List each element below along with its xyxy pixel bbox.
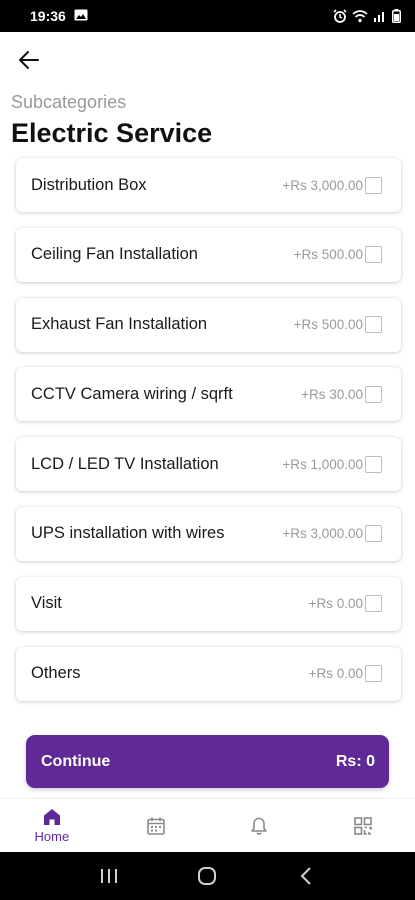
- system-navigation-bar: [0, 852, 415, 900]
- subcategory-list: Distribution Box +Rs 3,000.00 Ceiling Fa…: [16, 158, 401, 716]
- subcategory-price: +Rs 0.00: [308, 596, 363, 612]
- recent-apps-button[interactable]: [89, 856, 129, 896]
- calendar-icon: [146, 817, 165, 835]
- subcategory-label: UPS installation with wires: [31, 524, 225, 543]
- recent-apps-icon: [101, 869, 118, 883]
- status-time: 19:36: [30, 8, 66, 24]
- subcategory-checkbox[interactable]: [365, 455, 382, 473]
- subcategory-label: Ceiling Fan Installation: [31, 245, 198, 264]
- subcategory-card-cctv-wiring[interactable]: CCTV Camera wiring / sqrft +Rs 30.00: [16, 367, 401, 422]
- subcategory-card-ups-installation[interactable]: UPS installation with wires +Rs 3,000.00: [16, 506, 401, 561]
- subcategory-checkbox[interactable]: [365, 176, 382, 194]
- wifi-icon: [352, 9, 368, 23]
- subcategory-price: +Rs 3,000.00: [282, 526, 363, 542]
- subcategory-card-visit[interactable]: Visit +Rs 0.00: [16, 576, 401, 631]
- subcategory-checkbox[interactable]: [365, 665, 382, 683]
- alarm-icon: [333, 9, 347, 23]
- subcategory-checkbox[interactable]: [365, 595, 382, 613]
- chevron-left-icon: [300, 867, 311, 885]
- subcategory-price: +Rs 500.00: [293, 317, 363, 333]
- order-total: Rs: 0: [335, 752, 375, 770]
- system-home-button[interactable]: [187, 856, 227, 896]
- nav-more[interactable]: [311, 799, 415, 852]
- subcategory-price: +Rs 30.00: [301, 386, 363, 402]
- subcategory-checkbox[interactable]: [365, 316, 382, 334]
- circle-home-icon: [198, 867, 217, 885]
- nav-home-label: Home: [34, 829, 70, 844]
- back-button[interactable]: [14, 46, 44, 74]
- nav-home[interactable]: Home: [0, 799, 104, 852]
- signal-icon: [373, 10, 387, 22]
- home-icon: [43, 809, 60, 825]
- page-title: Electric Service: [11, 118, 213, 148]
- subcategory-label: Exhaust Fan Installation: [31, 315, 208, 334]
- gallery-notification-icon: [74, 8, 88, 24]
- subcategory-label: Others: [31, 664, 81, 683]
- continue-label: Continue: [41, 752, 111, 770]
- battery-icon: [392, 9, 401, 23]
- subcategory-checkbox[interactable]: [365, 525, 382, 543]
- nav-bookings[interactable]: [104, 799, 208, 852]
- subcategory-label: Distribution Box: [31, 175, 147, 194]
- top-app-bar: [0, 32, 415, 88]
- bell-icon: [251, 817, 268, 835]
- subcategory-price: +Rs 1,000.00: [282, 456, 363, 472]
- bottom-navigation: Home: [0, 798, 415, 852]
- continue-button[interactable]: Continue Rs: 0: [26, 735, 389, 788]
- subcategory-price: +Rs 500.00: [293, 247, 363, 263]
- subcategory-price: +Rs 0.00: [308, 666, 363, 682]
- system-back-button[interactable]: [286, 856, 326, 896]
- nav-notifications[interactable]: [208, 799, 312, 852]
- subcategory-card-others[interactable]: Others +Rs 0.00: [16, 646, 401, 701]
- subcategory-card-exhaust-fan[interactable]: Exhaust Fan Installation +Rs 500.00: [16, 297, 401, 352]
- status-left: 19:36: [30, 8, 88, 24]
- subcategory-card-ceiling-fan[interactable]: Ceiling Fan Installation +Rs 500.00: [16, 227, 401, 282]
- subcategory-label: Visit: [31, 594, 62, 613]
- subcategory-checkbox[interactable]: [365, 246, 382, 264]
- status-right: [333, 9, 401, 23]
- subcategory-label: CCTV Camera wiring / sqrft: [31, 384, 233, 403]
- subcategory-price: +Rs 3,000.00: [282, 177, 363, 193]
- page-subtitle: Subcategories: [11, 92, 127, 112]
- status-bar: 19:36: [0, 0, 415, 32]
- subcategory-checkbox[interactable]: [365, 385, 382, 403]
- subcategory-card-distribution-box[interactable]: Distribution Box +Rs 3,000.00: [16, 158, 401, 212]
- back-arrow-icon: [19, 51, 39, 69]
- grid-icon: [354, 816, 372, 835]
- subcategory-card-tv-installation[interactable]: LCD / LED TV Installation +Rs 1,000.00: [16, 437, 401, 492]
- subcategory-label: LCD / LED TV Installation: [31, 454, 219, 473]
